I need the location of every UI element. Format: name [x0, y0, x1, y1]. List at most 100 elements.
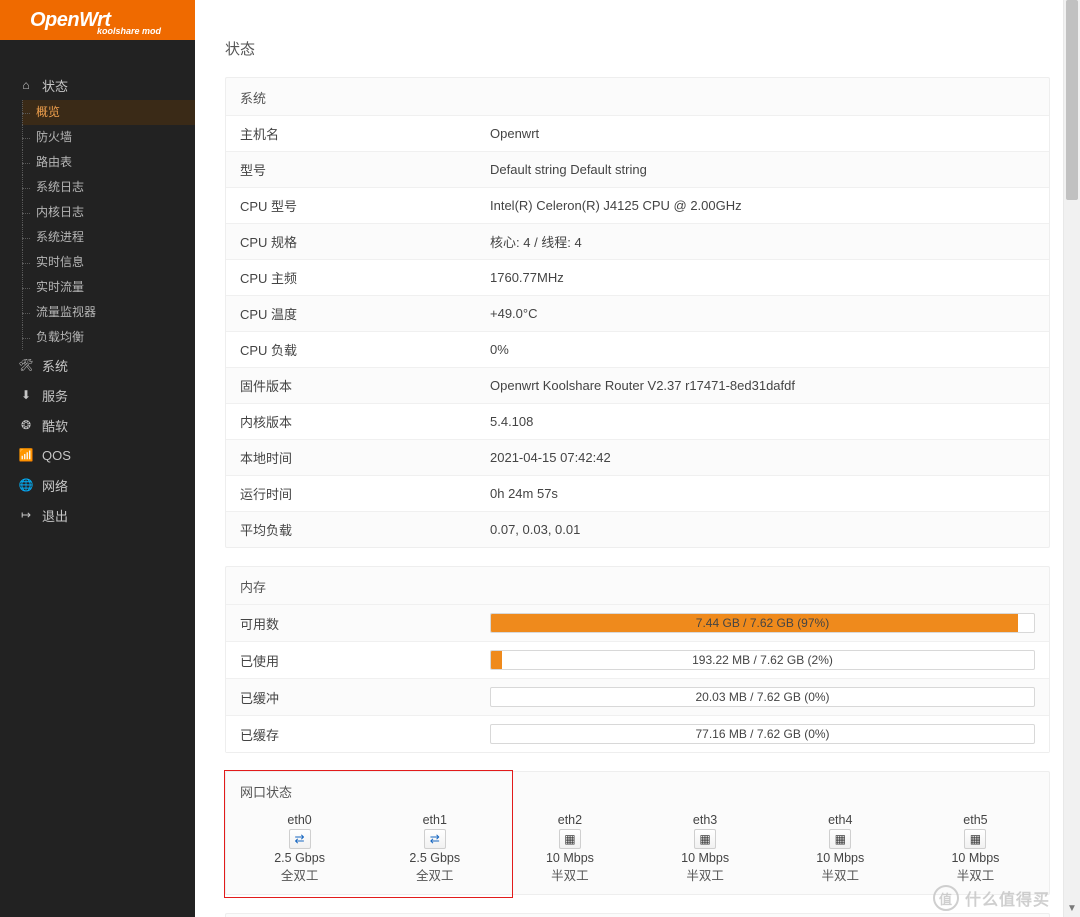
port-name: eth2 [502, 813, 637, 827]
system-row-value: 0.07, 0.03, 0.01 [490, 522, 1035, 537]
system-row-label: 固件版本 [240, 376, 490, 395]
nav-group-5[interactable]: ↦ 退出 [0, 500, 195, 530]
system-row-value: 5.4.108 [490, 414, 1035, 429]
page-title: 状态 [225, 38, 1050, 59]
port-eth4: eth4▦10 Mbps半双工 [773, 813, 908, 884]
port-name: eth3 [638, 813, 773, 827]
system-row-label: 主机名 [240, 124, 490, 143]
brand-subtitle: koolshare mod [97, 26, 161, 36]
sidebar-item-0[interactable]: 概览 [22, 100, 195, 125]
sidebar-item-3[interactable]: 系统日志 [22, 175, 195, 200]
memory-row-label: 已缓冲 [240, 688, 490, 707]
memory-row: 可用数7.44 GB / 7.62 GB (97%) [226, 604, 1049, 641]
memory-row: 已使用193.22 MB / 7.62 GB (2%) [226, 641, 1049, 678]
sidebar-item-4[interactable]: 内核日志 [22, 200, 195, 225]
panel-memory: 内存 可用数7.44 GB / 7.62 GB (97%)已使用193.22 M… [225, 566, 1050, 753]
memory-bar-text: 7.44 GB / 7.62 GB (97%) [491, 614, 1034, 632]
nav-group-0[interactable]: 🛠系统 [0, 350, 195, 380]
port-nolink-icon: ▦ [829, 829, 851, 849]
system-row-label: 本地时间 [240, 448, 490, 467]
scrollbar[interactable]: ▲ ▼ [1063, 0, 1080, 917]
panel-title-ports: 网口状态 [226, 772, 1049, 809]
system-row-value: Openwrt Koolshare Router V2.37 r17471-8e… [490, 378, 1035, 393]
system-row-label: 型号 [240, 160, 490, 179]
memory-bar: 193.22 MB / 7.62 GB (2%) [490, 650, 1035, 670]
scroll-thumb[interactable] [1066, 0, 1078, 200]
nav-group-label: QOS [42, 448, 71, 463]
port-duplex: 半双工 [502, 865, 637, 884]
system-row: CPU 温度+49.0°C [226, 295, 1049, 331]
panel-title-memory: 内存 [226, 567, 1049, 604]
system-row: 本地时间2021-04-15 07:42:42 [226, 439, 1049, 475]
system-row: 运行时间0h 24m 57s [226, 475, 1049, 511]
port-eth3: eth3▦10 Mbps半双工 [638, 813, 773, 884]
brand-logo: OpenWrt koolshare mod [0, 0, 195, 40]
port-duplex: 全双工 [232, 865, 367, 884]
system-row: 主机名Openwrt [226, 115, 1049, 151]
port-speed: 10 Mbps [638, 851, 773, 865]
nav-group-status[interactable]: ⌂ 状态 [0, 70, 195, 100]
sidebar-item-1[interactable]: 防火墙 [22, 125, 195, 150]
nav-group-1[interactable]: ⬇ 服务 [0, 380, 195, 410]
nav-sub-status: 概览防火墙路由表系统日志内核日志系统进程实时信息实时流量流量监视器负载均衡 [0, 100, 195, 350]
home-icon: ⌂ [18, 78, 34, 92]
panel-system: 系统 主机名Openwrt型号Default string Default st… [225, 77, 1050, 548]
system-row: CPU 型号Intel(R) Celeron(R) J4125 CPU @ 2.… [226, 187, 1049, 223]
port-duplex: 半双工 [638, 865, 773, 884]
system-row: CPU 主频1760.77MHz [226, 259, 1049, 295]
port-speed: 2.5 Gbps [367, 851, 502, 865]
memory-row-label: 可用数 [240, 614, 490, 633]
port-eth0: eth0⇄2.5 Gbps全双工 [232, 813, 367, 884]
system-row: CPU 规格核心: 4 / 线程: 4 [226, 223, 1049, 259]
memory-row: 已缓存77.16 MB / 7.62 GB (0%) [226, 715, 1049, 752]
nav-group-4[interactable]: 🌐网络 [0, 470, 195, 500]
port-speed: 10 Mbps [502, 851, 637, 865]
watermark-badge: 值 [933, 885, 959, 911]
服务-icon: ⬇ [18, 388, 34, 402]
content: 状态 系统 主机名Openwrt型号Default string Default… [195, 0, 1080, 917]
port-eth5: eth5▦10 Mbps半双工 [908, 813, 1043, 884]
sidebar-item-7[interactable]: 实时流量 [22, 275, 195, 300]
nav-group-3[interactable]: 📶QOS [0, 440, 195, 470]
sidebar-item-6[interactable]: 实时信息 [22, 250, 195, 275]
port-eth2: eth2 ▦ 10 Mbps半双工 [502, 813, 637, 884]
系统-icon: 🛠 [18, 358, 34, 372]
nav-group-label: 退出 [42, 506, 68, 525]
system-row-value: 1760.77MHz [490, 270, 1035, 285]
system-row-label: 平均负载 [240, 520, 490, 539]
port-name: eth4 [773, 813, 908, 827]
panel-network: 网络 [225, 913, 1050, 917]
system-row-value: 2021-04-15 07:42:42 [490, 450, 1035, 465]
port-nolink-icon: ▦ [559, 829, 581, 849]
system-row-label: CPU 规格 [240, 232, 490, 251]
sidebar-item-5[interactable]: 系统进程 [22, 225, 195, 250]
nav-group-label: 网络 [42, 476, 68, 495]
sidebar-item-2[interactable]: 路由表 [22, 150, 195, 175]
port-name: eth0 [232, 813, 367, 827]
sidebar: OpenWrt koolshare mod ⌂ 状态 概览防火墙路由表系统日志内… [0, 0, 195, 917]
nav-group-label: 服务 [42, 386, 68, 405]
system-row-label: CPU 负载 [240, 340, 490, 359]
退出-icon: ↦ [18, 508, 34, 522]
port-speed: 10 Mbps [773, 851, 908, 865]
nav-group-label: 状态 [42, 76, 68, 95]
sidebar-item-9[interactable]: 负载均衡 [22, 325, 195, 350]
nav-group-2[interactable]: ❂酷软 [0, 410, 195, 440]
watermark-text: 什么值得买 [965, 886, 1050, 910]
panel-ports: 网口状态 eth0⇄2.5 Gbps全双工eth1⇄2.5 Gbps全双工eth… [225, 771, 1050, 895]
port-nolink-icon: ▦ [964, 829, 986, 849]
port-name: eth1 [367, 813, 502, 827]
sidebar-item-8[interactable]: 流量监视器 [22, 300, 195, 325]
system-row-value: 0% [490, 342, 1035, 357]
port-duplex: 半双工 [908, 865, 1043, 884]
nav-group-label: 酷软 [42, 416, 68, 435]
system-row-value: Default string Default string [490, 162, 1035, 177]
memory-bar-text: 193.22 MB / 7.62 GB (2%) [491, 651, 1034, 669]
system-row-value: Openwrt [490, 126, 1035, 141]
scroll-down-icon[interactable]: ▼ [1064, 900, 1080, 917]
memory-bar-text: 77.16 MB / 7.62 GB (0%) [491, 725, 1034, 743]
memory-row: 已缓冲20.03 MB / 7.62 GB (0%) [226, 678, 1049, 715]
system-row: 平均负载0.07, 0.03, 0.01 [226, 511, 1049, 547]
nav: ⌂ 状态 概览防火墙路由表系统日志内核日志系统进程实时信息实时流量流量监视器负载… [0, 40, 195, 530]
system-row: 内核版本5.4.108 [226, 403, 1049, 439]
